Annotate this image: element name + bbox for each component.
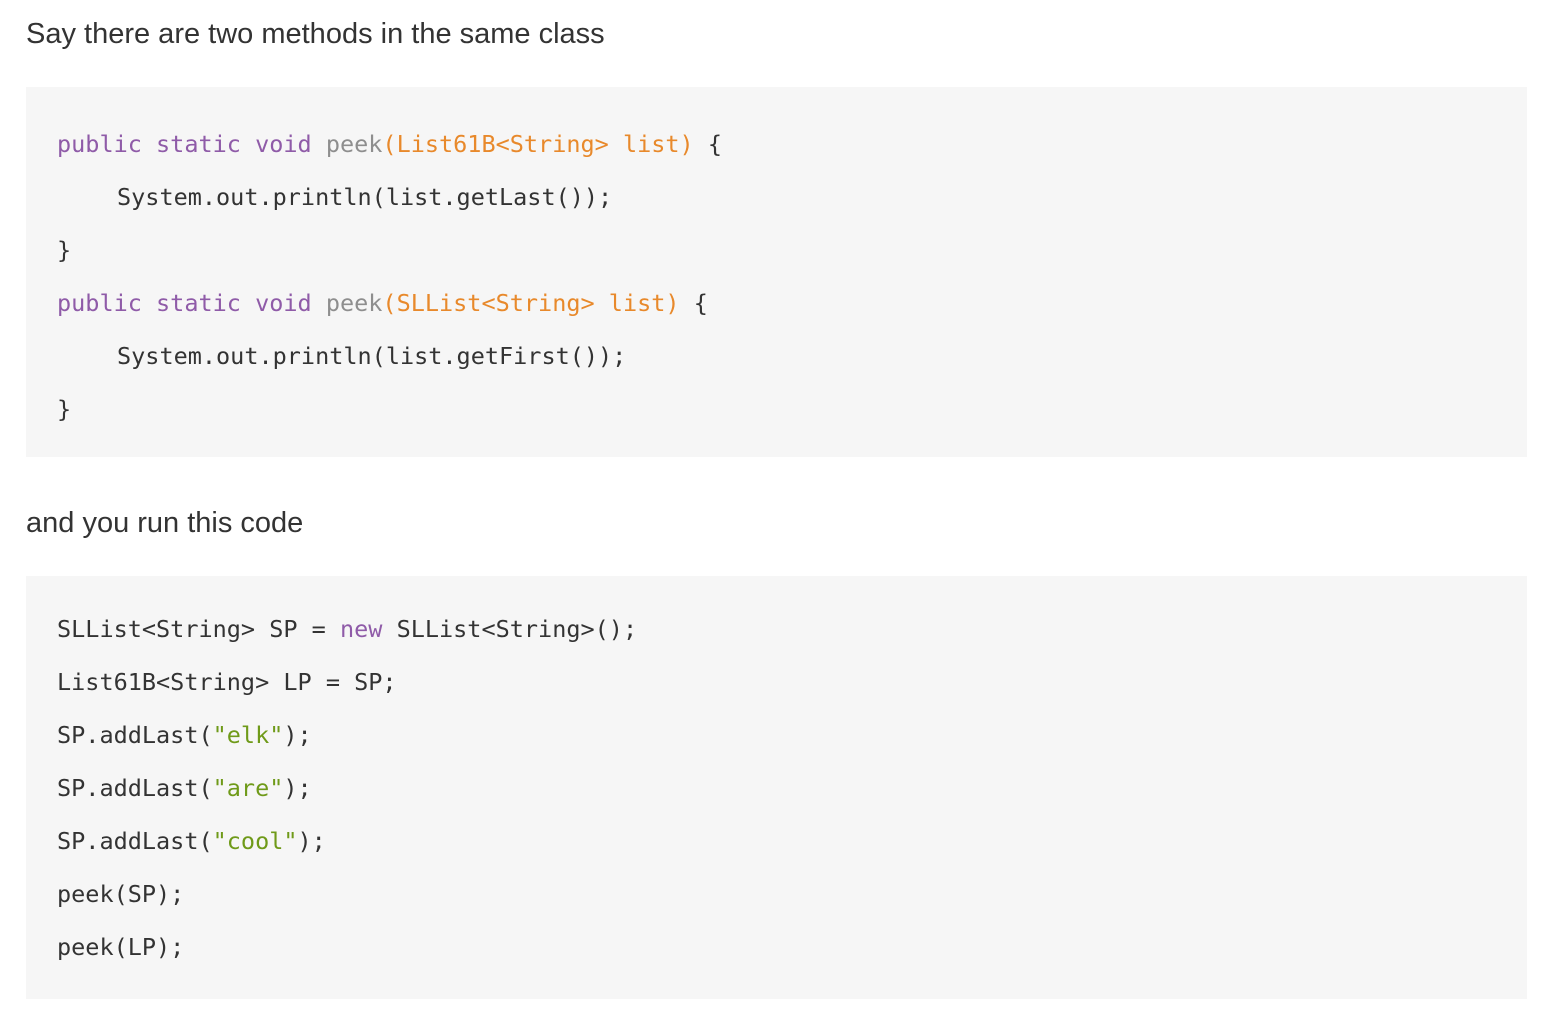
code-brace: { xyxy=(679,289,708,317)
code-line: System.out.println(list.getLast()); xyxy=(117,183,613,211)
code-parameters: (SLList<String> list) xyxy=(382,289,680,317)
page-content: Say there are two methods in the same cl… xyxy=(26,0,1527,999)
code-text: ); xyxy=(283,721,312,749)
code-line: } xyxy=(57,395,72,423)
code-line: SLList<String> SP = new SLList<String>()… xyxy=(57,603,1527,656)
run-paragraph: and you run this code xyxy=(26,507,304,539)
run-code-block: SLList<String> SP = new SLList<String>()… xyxy=(26,576,1527,999)
code-line: System.out.println(list.getFirst()); xyxy=(117,342,627,370)
code-text: SP.addLast( xyxy=(57,827,213,855)
code-function-name: peek xyxy=(325,130,383,158)
code-line: public static void peek(SLList<String> l… xyxy=(57,277,1527,330)
code-text: SLList<String>(); xyxy=(382,615,638,643)
code-keyword: public static void xyxy=(57,289,312,317)
code-keyword: new xyxy=(339,615,383,643)
code-keyword: public static void xyxy=(57,130,312,158)
code-parameters: (List61B<String> list) xyxy=(382,130,694,158)
code-line: peek(SP); xyxy=(57,880,185,908)
code-line: SP.addLast("are"); xyxy=(57,762,1527,815)
code-text: SP.addLast( xyxy=(57,774,213,802)
code-text: SLList<String> SP = xyxy=(57,615,340,643)
code-line: List61B<String> LP = SP; xyxy=(57,668,397,696)
code-line: } xyxy=(57,236,72,264)
code-text: SP.addLast( xyxy=(57,721,213,749)
code-text: ); xyxy=(283,774,312,802)
intro-paragraph: Say there are two methods in the same cl… xyxy=(26,18,605,50)
code-string: "cool" xyxy=(212,827,298,855)
code-line: public static void peek(List61B<String> … xyxy=(57,118,1527,171)
code-brace: { xyxy=(693,130,722,158)
code-string: "elk" xyxy=(212,721,284,749)
code-line: peek(LP); xyxy=(57,933,185,961)
code-text: ); xyxy=(297,827,326,855)
code-string: "are" xyxy=(212,774,284,802)
methods-code-block: public static void peek(List61B<String> … xyxy=(26,87,1527,457)
code-function-name: peek xyxy=(325,289,383,317)
code-line: SP.addLast("cool"); xyxy=(57,815,1527,868)
code-line: SP.addLast("elk"); xyxy=(57,709,1527,762)
